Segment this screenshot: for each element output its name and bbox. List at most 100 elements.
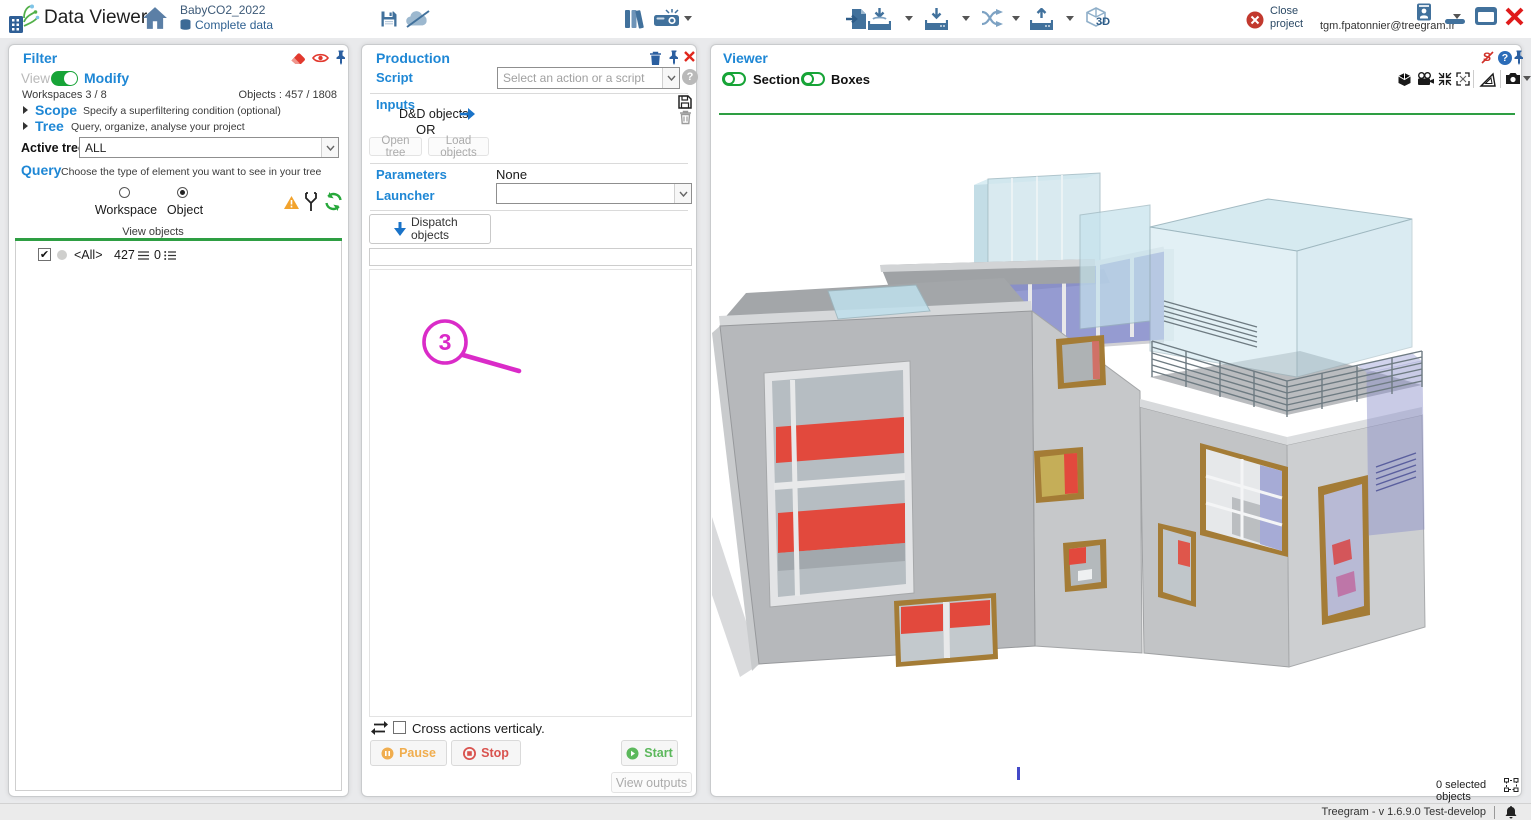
import-merge-icon[interactable]	[868, 8, 891, 30]
cloud-offline-icon[interactable]	[405, 9, 432, 29]
status-bar: Treegram - v 1.6.9.0 Test-develop	[0, 803, 1531, 820]
production-close-icon[interactable]	[684, 51, 695, 62]
library-icon[interactable]	[624, 8, 648, 30]
projector-icon[interactable]	[653, 9, 680, 29]
viewer-3d-canvas[interactable]	[712, 115, 1521, 787]
viewer-pin-icon[interactable]	[1513, 50, 1525, 65]
annotation-step-number: 3	[431, 329, 459, 356]
status-divider	[1494, 806, 1495, 819]
workspace-radio[interactable]	[119, 187, 130, 198]
dispatch-arrow-icon	[394, 222, 406, 236]
stop-label: Stop	[481, 746, 509, 760]
window-minimize-button[interactable]	[1445, 19, 1465, 24]
view-cube-icon[interactable]	[1397, 72, 1412, 87]
view-objects-label: View objects	[88, 226, 218, 238]
load-objects-button[interactable]: Load objects	[428, 137, 489, 156]
query-label: Query	[21, 162, 61, 178]
cube-3d-icon[interactable]: 3D	[1085, 7, 1107, 29]
start-label: Start	[644, 746, 672, 760]
tree-item-count: 427	[114, 248, 135, 262]
scope-expander-icon[interactable]	[23, 106, 28, 114]
shuffle-caret-icon[interactable]	[1012, 16, 1020, 21]
objects-tree-container[interactable]: ✔ <All> 427 0	[15, 241, 342, 791]
tree-item-name: <All>	[74, 248, 103, 262]
tree-item-checkbox[interactable]: ✔	[38, 248, 51, 261]
import-tray-caret-icon[interactable]	[962, 16, 970, 21]
window-maximize-button[interactable]	[1475, 7, 1497, 25]
eye-icon[interactable]	[312, 52, 329, 64]
launcher-select[interactable]	[496, 183, 692, 204]
tree-item-all[interactable]: ✔ <All> 427 0	[16, 247, 341, 265]
close-project-icon[interactable]	[1246, 11, 1264, 29]
open-tree-button[interactable]: Open tree	[369, 137, 422, 156]
home-icon[interactable]	[142, 6, 168, 30]
stop-button[interactable]: Stop	[451, 740, 521, 766]
window-close-button[interactable]	[1504, 6, 1525, 27]
view-outputs-button[interactable]: View outputs	[611, 772, 692, 793]
start-button[interactable]: Start	[621, 740, 678, 766]
tree-label[interactable]: Tree	[35, 118, 64, 134]
cyan-glass-boxes	[1080, 199, 1412, 377]
import-tray-icon[interactable]	[925, 8, 948, 30]
tree-fork-icon[interactable]	[302, 192, 320, 212]
save-icon[interactable]	[380, 10, 398, 28]
inputs-trash-icon[interactable]	[679, 110, 692, 125]
user-badge-icon[interactable]	[1416, 3, 1432, 21]
pause-button[interactable]: Pause	[370, 740, 447, 766]
production-trash-icon[interactable]	[649, 51, 662, 66]
production-panel-title: Production	[376, 50, 450, 66]
building-model	[712, 115, 1521, 787]
script-select[interactable]: Select an action or a script	[497, 67, 680, 89]
active-tree-select[interactable]: ALL	[79, 137, 339, 158]
viewer-panel: Viewer S ? Section Boxes	[710, 44, 1522, 797]
object-radio[interactable]	[177, 187, 188, 198]
filter-panel: Filter View Modify Workspaces 3 / 8 Obje…	[8, 44, 349, 797]
viewer-help-icon[interactable]: ?	[1498, 51, 1512, 65]
pause-icon	[381, 747, 394, 760]
measure-triangle-icon[interactable]	[1479, 72, 1496, 88]
close-project-label[interactable]: Close project	[1270, 5, 1314, 31]
scope-label[interactable]: Scope	[35, 102, 77, 118]
dnd-objects-label[interactable]: D&D objects	[399, 107, 468, 121]
collapse-view-icon[interactable]	[1438, 72, 1452, 86]
refresh-icon[interactable]	[324, 192, 343, 211]
snapshot-camera-icon[interactable]	[1505, 72, 1521, 85]
dispatch-objects-button[interactable]: Dispatch objects	[369, 214, 491, 244]
start-icon	[626, 747, 639, 760]
inputs-save-icon[interactable]	[678, 95, 692, 109]
view-modify-toggle[interactable]	[51, 71, 78, 86]
active-tree-value: ALL	[85, 141, 106, 155]
filter-pin-icon[interactable]	[335, 50, 347, 65]
sync-disabled-icon[interactable]: S	[1481, 51, 1494, 64]
snapshot-caret-icon[interactable]	[1523, 76, 1531, 81]
shuffle-icon[interactable]	[981, 9, 1005, 27]
tree-item-status-dot	[57, 250, 67, 260]
workspace-radio-label: Workspace	[89, 203, 163, 217]
notifications-bell-icon[interactable]	[1505, 806, 1517, 819]
import-merge-caret-icon[interactable]	[905, 16, 913, 21]
selection-box-icon[interactable]	[1504, 778, 1519, 792]
project-switcher[interactable]: BabyCO2_2022 Complete data	[180, 3, 273, 32]
projector-caret-icon[interactable]	[684, 16, 692, 21]
expand-view-icon[interactable]	[1456, 72, 1470, 86]
actions-list-area[interactable]	[369, 269, 692, 717]
cross-actions-checkbox[interactable]	[393, 721, 406, 734]
script-help-icon[interactable]: ?	[682, 69, 698, 85]
objects-count: Objects : 457 / 1808	[239, 89, 337, 101]
section-toggle[interactable]	[722, 72, 746, 86]
export-tray-icon[interactable]	[1030, 8, 1053, 30]
project-name: BabyCO2_2022	[180, 3, 273, 17]
swap-actions-icon[interactable]	[371, 721, 388, 735]
workspaces-count: Workspaces 3 / 8	[22, 89, 107, 101]
import-file-icon[interactable]	[846, 8, 867, 30]
query-hint: Choose the type of element you want to s…	[61, 166, 321, 178]
user-email[interactable]: tgm.fpatonnier@treegram.fr	[1320, 20, 1450, 32]
boxes-toggle[interactable]	[801, 72, 825, 86]
export-tray-caret-icon[interactable]	[1066, 16, 1074, 21]
stop-icon	[463, 747, 476, 760]
camera-path-icon[interactable]	[1417, 72, 1434, 86]
eraser-icon[interactable]	[290, 51, 306, 65]
production-pin-icon[interactable]	[668, 50, 680, 65]
tree-expander-icon[interactable]	[23, 122, 28, 130]
scope-hint: Specify a superfiltering condition (opti…	[83, 105, 281, 117]
